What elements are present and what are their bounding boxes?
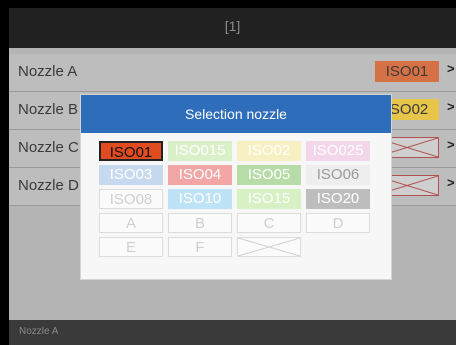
nozzle-chip: ISO01 [375, 61, 439, 82]
nozzle-option[interactable]: C [237, 213, 301, 233]
nozzle-option[interactable]: ISO15 [237, 189, 301, 209]
screen: [1] Nozzle A ISO01 > Nozzle B ISO02 > Nozzle C… [9, 8, 456, 345]
chevron-right-icon: > [447, 137, 455, 152]
nozzle-option[interactable]: ISO06 [306, 165, 370, 185]
nozzle-option[interactable]: E [99, 237, 163, 257]
nozzle-option[interactable]: ISO015 [168, 141, 232, 161]
nozzle-option[interactable]: ISO03 [99, 165, 163, 185]
title-bar: [1] [9, 8, 456, 48]
nozzle-option[interactable]: B [168, 213, 232, 233]
page-title: [1] [224, 18, 241, 34]
nozzle-option[interactable]: F [168, 237, 232, 257]
nozzle-option[interactable]: ISO04 [168, 165, 232, 185]
nozzle-option[interactable]: A [99, 213, 163, 233]
status-footer: Nozzle A [9, 320, 456, 345]
nozzle-option[interactable]: ISO05 [237, 165, 301, 185]
nozzle-option[interactable]: ISO10 [168, 189, 232, 209]
nozzle-row-label: Nozzle D [18, 177, 79, 194]
chevron-right-icon: > [447, 99, 455, 114]
cross-icon [238, 238, 300, 256]
nozzle-option[interactable] [237, 237, 301, 257]
nozzle-row-label: Nozzle C [18, 139, 79, 156]
nozzle-option[interactable]: ISO20 [306, 189, 370, 209]
selection-nozzle-dialog: Selection nozzle ISO01 ISO015 ISO02 ISO025 I… [80, 94, 392, 280]
chevron-right-icon: > [447, 175, 455, 190]
nozzle-option[interactable]: ISO01 [99, 141, 163, 161]
nozzle-option[interactable]: ISO08 [99, 189, 163, 209]
footer-label: Nozzle A [19, 326, 59, 337]
nozzle-option[interactable]: D [306, 213, 370, 233]
dialog-title: Selection nozzle [81, 95, 391, 133]
nozzle-option[interactable]: ISO025 [306, 141, 370, 161]
nozzle-row[interactable]: Nozzle A ISO01 > [9, 54, 456, 92]
nozzle-option[interactable]: ISO02 [237, 141, 301, 161]
chevron-right-icon: > [447, 61, 455, 76]
nozzle-row-label: Nozzle A [18, 63, 78, 80]
nozzle-row-label: Nozzle B [18, 101, 79, 118]
